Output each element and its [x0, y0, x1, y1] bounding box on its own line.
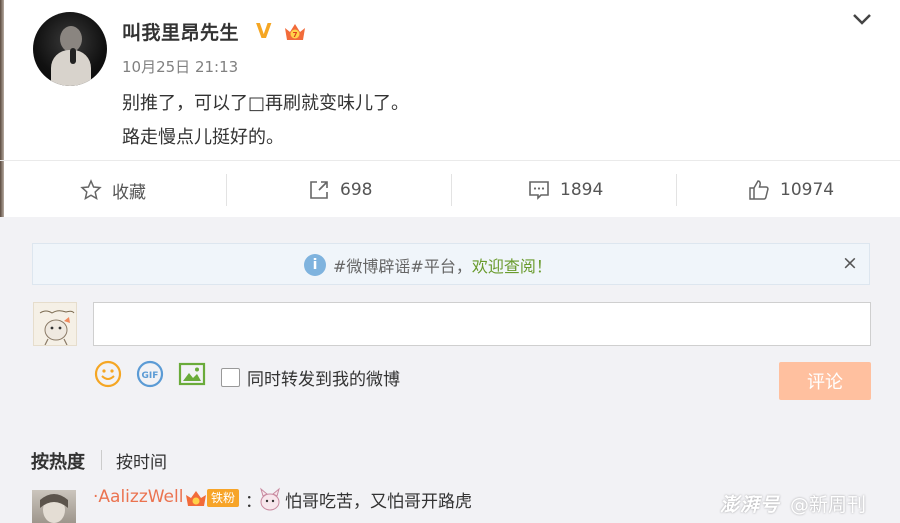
info-icon: i — [304, 254, 326, 276]
share-icon — [310, 181, 328, 199]
fan-badge-label: 铁粉 — [207, 489, 240, 507]
image-icon[interactable] — [178, 360, 206, 388]
gif-icon[interactable]: GIF — [136, 360, 164, 388]
gif-icon-label: GIF — [142, 371, 159, 381]
author-avatar[interactable] — [33, 12, 107, 86]
divider — [101, 450, 102, 470]
submit-comment-button[interactable]: 评论 — [779, 362, 871, 400]
rumor-notice-banner: i #微博辟谣#平台， 欢迎查阅！ × — [32, 243, 870, 285]
crown-icon — [186, 491, 206, 506]
favorite-button[interactable]: 收藏 — [80, 176, 146, 204]
chevron-down-icon[interactable] — [850, 8, 874, 30]
favorite-label: 收藏 — [112, 182, 146, 203]
watermark: 澎湃号 @新周刊 — [720, 490, 866, 517]
comment-icon — [529, 181, 549, 200]
sort-by-hot-tab[interactable]: 按热度 — [31, 448, 85, 474]
comment-input[interactable] — [93, 302, 871, 346]
post-text-line: 路走慢点儿挺好的。 — [122, 127, 284, 148]
watermark-label: @新周刊 — [790, 494, 867, 516]
notice-text: #微博辟谣#平台， — [333, 257, 472, 276]
divider — [676, 174, 677, 206]
comment-count: 1894 — [560, 180, 604, 200]
notice-link[interactable]: 欢迎查阅！ — [472, 253, 552, 277]
sticker-emoji-icon — [260, 487, 280, 511]
member-crown-icon[interactable]: 7 — [283, 21, 307, 42]
watermark-logo: 澎湃号 — [720, 494, 781, 516]
comment-text: 怕哥吃苦，又怕哥开路虎 — [285, 492, 472, 512]
comment-toggle-button[interactable]: 1894 — [528, 176, 603, 204]
sort-by-time-tab[interactable]: 按时间 — [116, 448, 167, 473]
thumbs-up-icon — [749, 180, 769, 200]
svg-text:7: 7 — [293, 31, 298, 39]
fan-badge[interactable]: 铁粉 — [185, 489, 240, 507]
divider — [0, 160, 900, 161]
emoji-icon[interactable] — [94, 360, 122, 388]
close-icon[interactable]: × — [842, 252, 858, 274]
my-avatar — [33, 302, 77, 346]
like-count: 10974 — [780, 180, 835, 200]
like-button[interactable]: 10974 — [748, 176, 834, 204]
repost-checkbox[interactable] — [221, 368, 240, 387]
repost-count: 698 — [340, 180, 373, 200]
repost-button[interactable]: 698 — [308, 176, 372, 204]
repost-to-my-weibo-toggle[interactable]: 同时转发到我的微博 — [221, 365, 400, 390]
post-timestamp[interactable]: 10月25日 21:13 — [122, 56, 238, 77]
divider — [451, 174, 452, 206]
divider — [226, 174, 227, 206]
star-icon — [80, 179, 102, 201]
commenter-avatar[interactable] — [32, 490, 76, 523]
commenter-name[interactable]: ·AalizzWell — [93, 487, 183, 507]
repost-label: 同时转发到我的微博 — [247, 370, 400, 390]
post-text-line: 别推了，可以了□再刷就变味儿了。 — [122, 93, 410, 114]
verified-icon[interactable]: V — [256, 21, 271, 41]
author-name[interactable]: 叫我里昂先生 — [122, 18, 239, 45]
